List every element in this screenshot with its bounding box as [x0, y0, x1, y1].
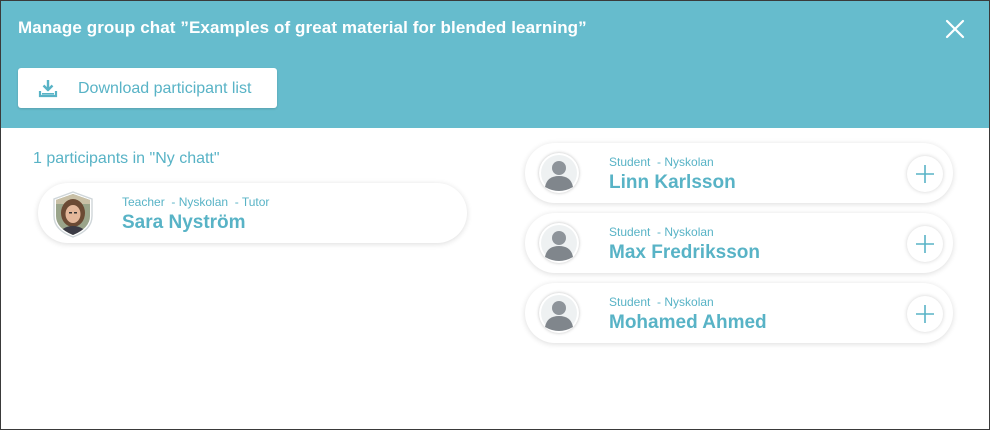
download-participant-list-label: Download participant list — [78, 80, 252, 97]
participant-count: 1 participants in "Ny chatt" — [33, 150, 220, 167]
add-icon — [916, 305, 934, 323]
candidate-card-mohamed-ahmed: Student - Nyskolan Mohamed Ahmed — [525, 283, 953, 343]
candidate-name: Max Fredriksson — [609, 242, 760, 263]
add-icon — [916, 165, 934, 183]
participant-meta: Teacher - Nyskolan - Tutor — [122, 195, 270, 209]
candidate-name: Mohamed Ahmed — [609, 312, 767, 333]
participant-name: Sara Nyström — [122, 212, 246, 233]
add-participant-button[interactable] — [907, 226, 943, 262]
candidate-meta: Student - Nyskolan — [609, 155, 714, 169]
user-photo-avatar — [50, 190, 96, 238]
candidate-meta: Student - Nyskolan — [609, 295, 714, 309]
download-participant-list-button[interactable]: Download participant list — [18, 68, 277, 108]
default-user-icon — [539, 223, 579, 263]
manage-group-chat-dialog: Manage group chat ”Examples of great mat… — [0, 0, 990, 430]
add-icon — [916, 235, 934, 253]
dialog-title: Manage group chat ”Examples of great mat… — [18, 18, 587, 37]
candidate-meta: Student - Nyskolan — [609, 225, 714, 239]
download-icon — [38, 80, 58, 98]
add-participant-button[interactable] — [907, 296, 943, 332]
close-button[interactable] — [941, 15, 969, 43]
candidate-name: Linn Karlsson — [609, 172, 736, 193]
dialog-header: Manage group chat ”Examples of great mat… — [1, 1, 989, 128]
close-icon — [945, 19, 965, 39]
default-user-icon — [539, 153, 579, 193]
add-participant-button[interactable] — [907, 156, 943, 192]
candidate-card-linn-karlsson: Student - Nyskolan Linn Karlsson — [525, 143, 953, 203]
default-user-icon — [539, 293, 579, 333]
candidate-card-max-fredriksson: Student - Nyskolan Max Fredriksson — [525, 213, 953, 273]
participant-card-sara-nystrom: Teacher - Nyskolan - Tutor Sara Nyström — [38, 183, 467, 243]
